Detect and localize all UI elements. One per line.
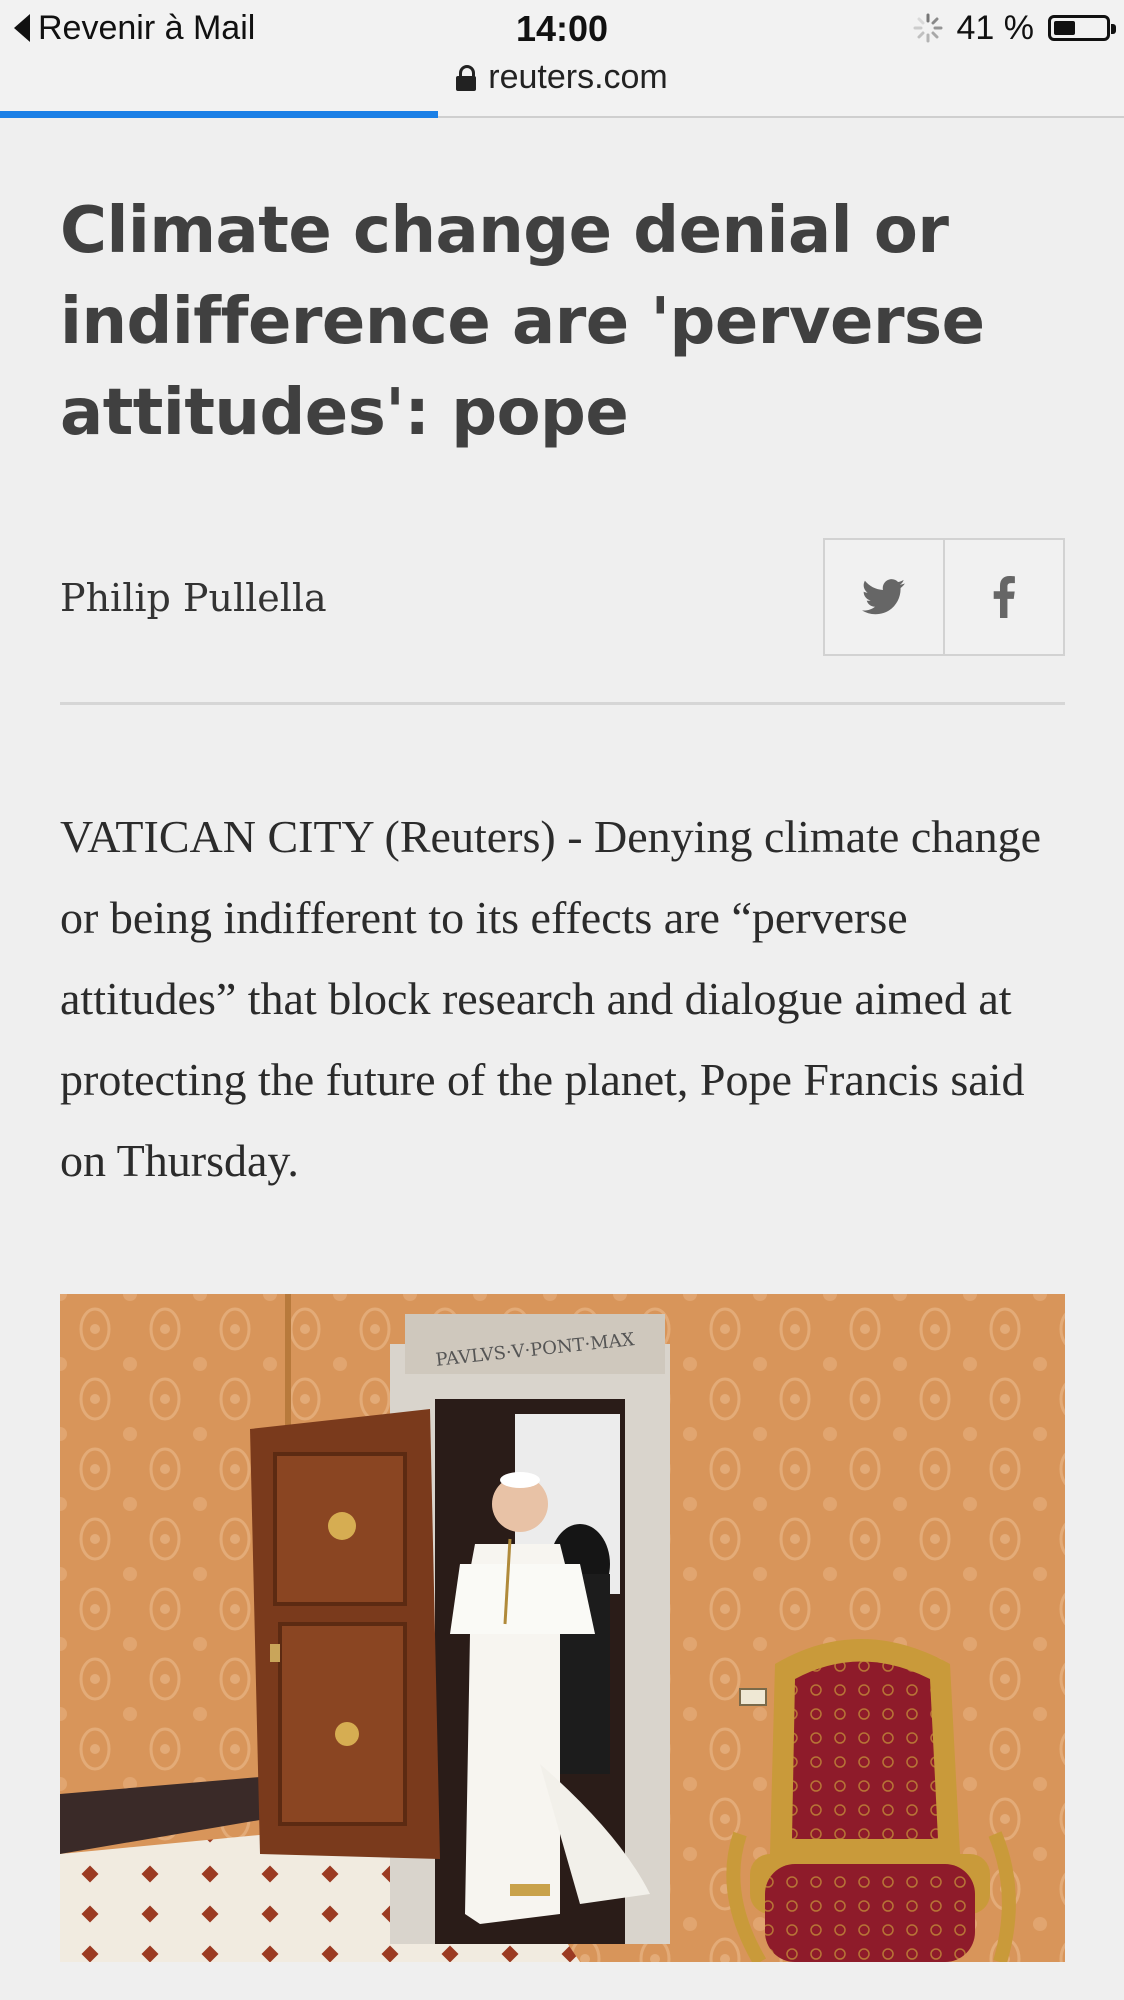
status-bar: Revenir à Mail 14:00 41 %	[0, 0, 1124, 56]
article-photo[interactable]: PAVLVS·V·PONT·MAX	[60, 1294, 1065, 1962]
author-name[interactable]: Philip Pullella	[60, 576, 327, 620]
article: Climate change denial or indifference ar…	[60, 116, 1065, 1962]
activity-spinner-icon	[913, 13, 942, 43]
battery-percentage: 41 %	[956, 8, 1035, 47]
battery-fill	[1054, 21, 1075, 35]
url-domain: reuters.com	[488, 58, 668, 96]
photo-illustration: PAVLVS·V·PONT·MAX	[60, 1294, 1065, 1962]
facebook-icon	[993, 576, 1015, 618]
share-facebook-button[interactable]	[943, 540, 1063, 654]
byline-divider	[60, 702, 1065, 705]
article-headline: Climate change denial or indifference ar…	[60, 194, 985, 450]
share-twitter-button[interactable]	[825, 540, 943, 654]
byline-row: Philip Pullella	[60, 538, 1065, 658]
battery-icon	[1048, 15, 1116, 41]
twitter-icon	[862, 579, 905, 615]
share-buttons	[823, 538, 1065, 656]
lock-icon	[456, 64, 477, 91]
status-indicators: 41 %	[913, 8, 1116, 48]
article-lead-paragraph: VATICAN CITY (Reuters) - Denying climate…	[60, 811, 1042, 1186]
url-bar[interactable]: reuters.com	[0, 56, 1124, 118]
url-display[interactable]: reuters.com	[0, 58, 1124, 97]
battery-nub	[1111, 24, 1116, 34]
